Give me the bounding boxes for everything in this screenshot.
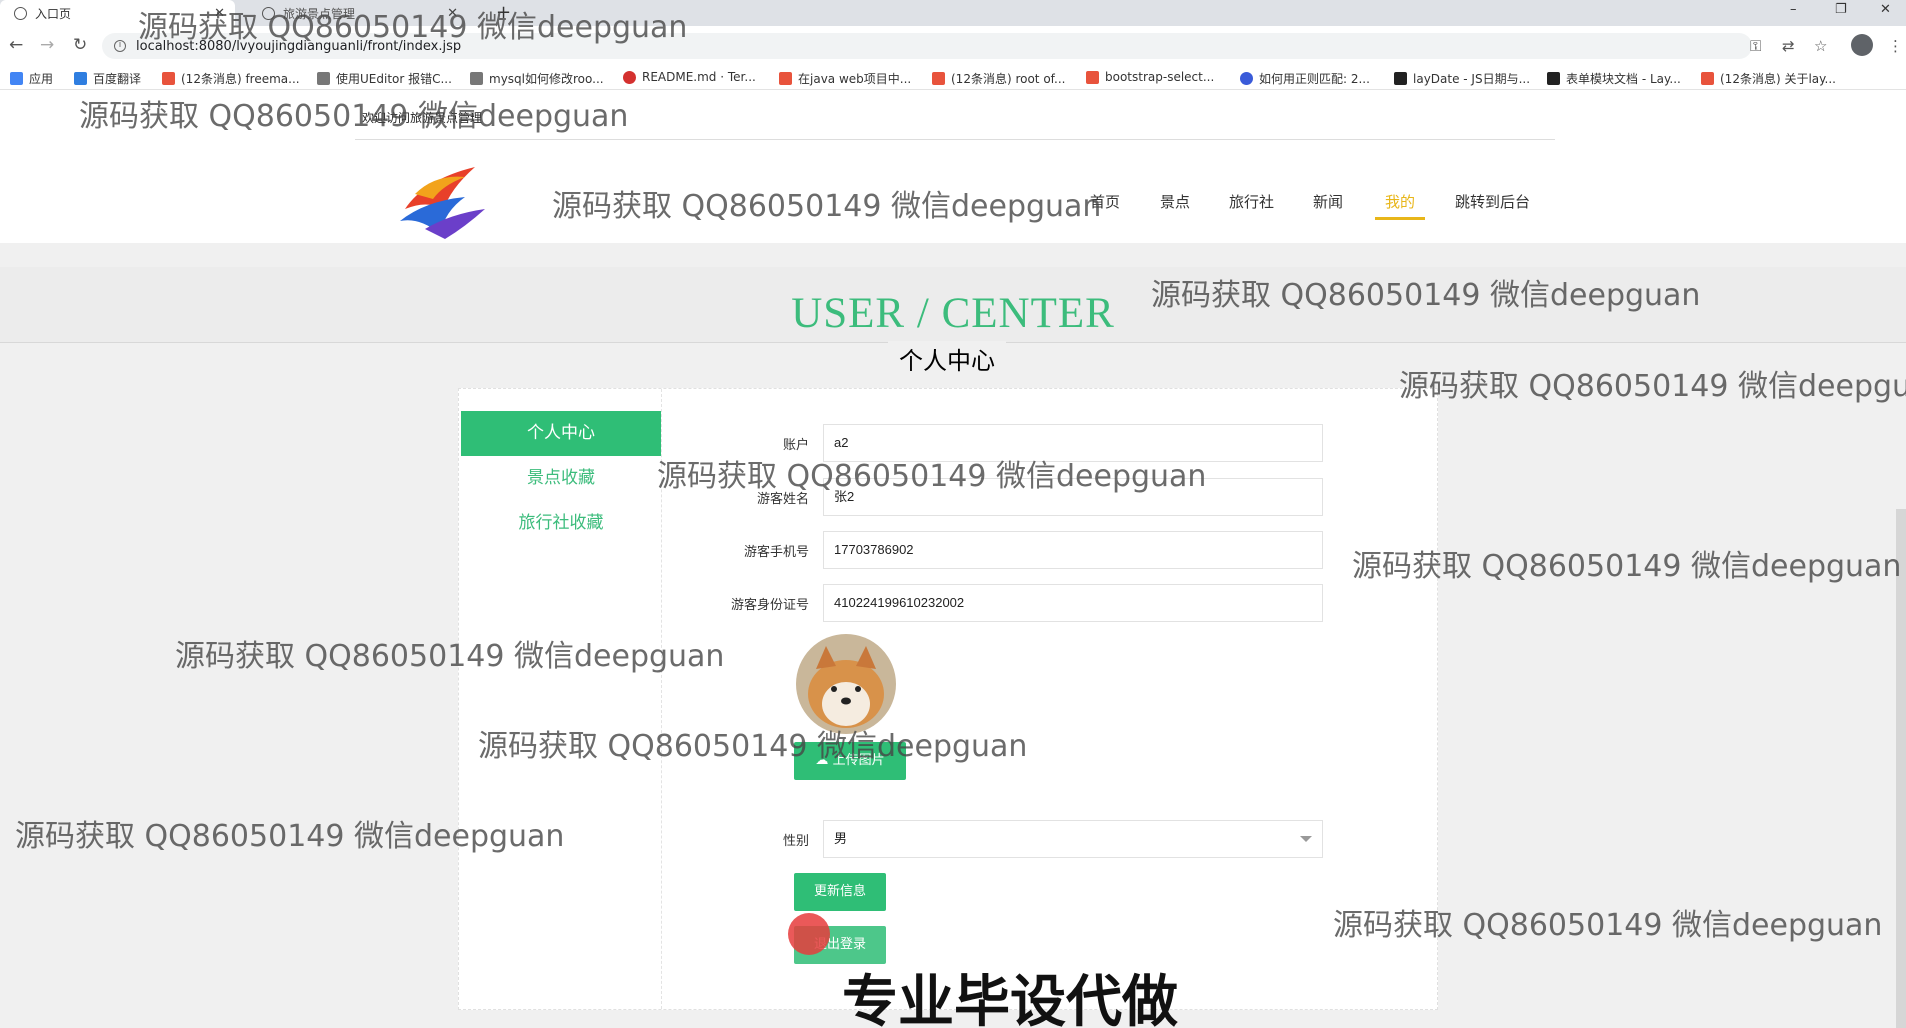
watermark-text: 源码获取 QQ86050149 微信deepguan: [15, 819, 565, 854]
click-indicator: [788, 913, 830, 955]
key-icon[interactable]: ⚿: [1750, 37, 1761, 55]
reload-icon[interactable]: ↻: [73, 35, 87, 55]
watermark-text: 源码获取 QQ86050149 微信deepguan: [552, 189, 1102, 224]
idcard-field[interactable]: 410224199610232002: [823, 584, 1323, 622]
idcard-label: 游客身份证号: [730, 598, 809, 613]
watermark-text: 源码获取 QQ86050149 微信deepgua: [1399, 369, 1906, 404]
watermark-text: 源码获取 QQ86050149 微信deepguan: [1352, 549, 1902, 584]
bookmark-item[interactable]: (12条消息) 关于lay...: [1701, 70, 1836, 87]
translate-icon[interactable]: ⇄: [1782, 37, 1795, 55]
watermark-text: 源码获取 QQ86050149 微信deepguan: [478, 729, 1028, 764]
promo-banner-text: 专业毕设代做: [842, 970, 1178, 1028]
nav-admin[interactable]: 跳转到后台: [1455, 191, 1530, 212]
csdn-icon: [932, 72, 945, 85]
bookmark-item[interactable]: (12条消息) root of...: [932, 70, 1065, 87]
forward-icon[interactable]: →: [40, 35, 54, 55]
bookmark-apps[interactable]: 应用: [10, 70, 53, 87]
sidebar: 个人中心 景点收藏 旅行社收藏: [459, 389, 662, 1009]
layui-icon: [1547, 72, 1560, 85]
site-logo[interactable]: [395, 159, 490, 241]
watermark-text: 源码获取 QQ86050149 微信deepguan: [79, 99, 629, 134]
bookmarks-bar: 应用 百度翻译 (12条消息) freema... 使用UEditor 报错C.…: [0, 66, 1906, 90]
header-divider: [355, 139, 1555, 140]
bookmark-item[interactable]: 使用UEditor 报错C...: [317, 70, 452, 87]
nav-scenic[interactable]: 景点: [1160, 191, 1190, 212]
watermark-text: 源码获取 QQ86050149 微信deepguan: [1333, 908, 1883, 943]
nav-mine[interactable]: 我的: [1385, 191, 1415, 212]
csdn-icon: [779, 72, 792, 85]
phone-label: 游客手机号: [743, 545, 809, 560]
phone-field[interactable]: 17703786902: [823, 531, 1323, 569]
menu-dots-icon[interactable]: ⋮: [1888, 37, 1903, 55]
window-close-icon[interactable]: ✕: [1880, 2, 1891, 17]
back-icon[interactable]: ←: [9, 35, 23, 55]
bookmark-item[interactable]: 百度翻译: [74, 70, 141, 87]
tab-title: 入口页: [35, 6, 72, 21]
bookmark-item[interactable]: 如何用正则匹配: 2...: [1240, 70, 1370, 87]
page-title-cn: 个人中心: [888, 341, 1006, 376]
bookmark-icon: [470, 72, 483, 85]
info-icon[interactable]: i: [114, 40, 126, 52]
restore-icon[interactable]: ❐: [1835, 2, 1847, 17]
csdn-icon: [1701, 72, 1714, 85]
sidebar-item-agency-favorites[interactable]: 旅行社收藏: [461, 501, 661, 546]
nav-news[interactable]: 新闻: [1313, 191, 1343, 212]
nav-active-indicator: [1375, 217, 1425, 220]
bookmark-item[interactable]: mysql如何修改roo...: [470, 70, 604, 87]
csdn-icon: [1086, 70, 1099, 84]
user-avatar: [796, 634, 896, 734]
bookmark-item[interactable]: bootstrap-select...: [1086, 70, 1214, 84]
minimize-icon[interactable]: –: [1790, 2, 1797, 17]
bookmark-item[interactable]: 表单模块文档 - Lay...: [1547, 70, 1681, 87]
globe-icon: [14, 6, 27, 20]
layui-icon: [1394, 72, 1407, 85]
bookmark-item[interactable]: README.md · Ter...: [623, 70, 756, 84]
translate-bookmark-icon: [74, 72, 87, 85]
gender-select[interactable]: 男: [823, 820, 1323, 858]
gender-label: 性别: [782, 834, 809, 849]
watermark-text: 源码获取 QQ86050149 微信deepguan: [1151, 278, 1701, 313]
bookmark-item[interactable]: (12条消息) freema...: [162, 70, 300, 87]
chevron-down-icon: [1300, 836, 1312, 842]
watermark-text: 源码获取 QQ86050149 微信deepguan: [138, 10, 688, 45]
star-icon[interactable]: ☆: [1814, 37, 1827, 55]
bookmark-item[interactable]: 在java web项目中...: [779, 70, 911, 87]
csdn-icon: [162, 72, 175, 85]
profile-avatar-icon[interactable]: [1851, 34, 1873, 56]
nav-agency[interactable]: 旅行社: [1229, 191, 1274, 212]
gitee-icon: [623, 70, 636, 84]
apps-grid-icon: [10, 72, 23, 85]
watermark-text: 源码获取 QQ86050149 微信deepguan: [175, 639, 725, 674]
paw-icon: [1240, 72, 1253, 85]
bookmark-icon: [317, 72, 330, 85]
bookmark-item[interactable]: layDate - JS日期与...: [1394, 70, 1530, 87]
update-info-button[interactable]: 更新信息: [794, 873, 886, 911]
watermark-text: 源码获取 QQ86050149 微信deepguan: [657, 459, 1207, 494]
page-scrollbar[interactable]: [1896, 509, 1906, 1028]
gender-value: 男: [834, 831, 848, 846]
